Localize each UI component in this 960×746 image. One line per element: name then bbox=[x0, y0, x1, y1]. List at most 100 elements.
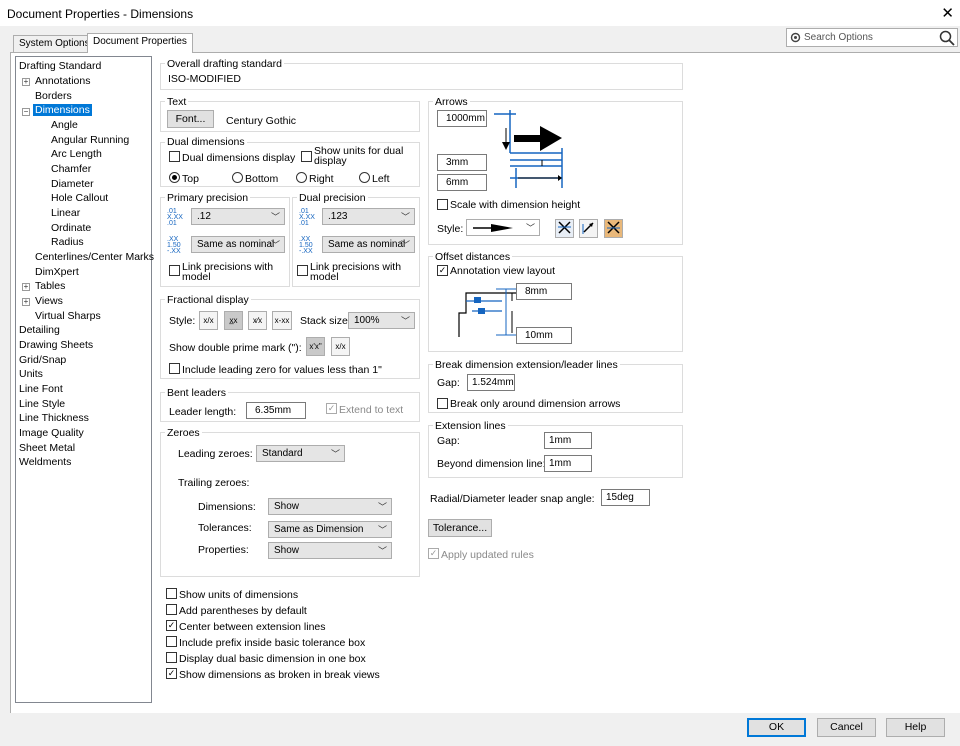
arrow-style-select[interactable]: ﹀ bbox=[466, 219, 540, 236]
trailing-properties-value: Show bbox=[274, 545, 300, 556]
window-title: Document Properties - Dimensions bbox=[7, 7, 194, 21]
scale-dimension-height-checkbox[interactable] bbox=[437, 199, 448, 210]
double-prime-on-button[interactable]: x'x" bbox=[306, 337, 325, 356]
trailing-tolerances-select[interactable]: Same as Dimension ﹀ bbox=[268, 521, 392, 538]
tree-item-detailing[interactable]: Detailing bbox=[19, 324, 60, 336]
fraction-style-diagonal-button[interactable]: x⁄x bbox=[248, 311, 267, 330]
radio-top[interactable] bbox=[169, 172, 180, 183]
add-parentheses-checkbox[interactable] bbox=[166, 604, 177, 615]
dual-link-checkbox[interactable] bbox=[297, 265, 308, 276]
expand-icon[interactable]: + bbox=[22, 298, 30, 306]
break-only-arrows-checkbox[interactable] bbox=[437, 398, 448, 409]
expand-icon[interactable]: + bbox=[22, 283, 30, 291]
tree-item-line-font[interactable]: Line Font bbox=[19, 383, 63, 395]
expand-icon[interactable]: + bbox=[22, 78, 30, 86]
primary-precision-select[interactable]: .12 ﹀ bbox=[191, 208, 285, 225]
break-gap-input[interactable]: 1.524mm bbox=[467, 374, 515, 391]
search-icon[interactable] bbox=[939, 30, 955, 46]
ok-button[interactable]: OK bbox=[747, 718, 806, 737]
tree-item-tables[interactable]: Tables bbox=[35, 280, 65, 292]
apply-updated-rules-checkbox[interactable]: ✓ bbox=[428, 548, 439, 559]
help-button[interactable]: Help bbox=[886, 718, 945, 737]
tree-item-hole-callout[interactable]: Hole Callout bbox=[51, 192, 108, 204]
stack-size-select[interactable]: 100% ﹀ bbox=[348, 312, 415, 329]
broken-views-checkbox[interactable]: ✓ bbox=[166, 668, 177, 679]
arrow-smart-button[interactable] bbox=[604, 219, 623, 238]
bent-leaders-label: Bent leaders bbox=[165, 387, 228, 399]
radio-bottom[interactable] bbox=[232, 172, 243, 183]
title-bar: Document Properties - Dimensions ✕ bbox=[0, 0, 960, 26]
tree-item-angle[interactable]: Angle bbox=[51, 119, 78, 131]
tab-system-options[interactable]: System Options bbox=[13, 35, 96, 52]
leading-zero-checkbox[interactable] bbox=[169, 363, 180, 374]
primary-link-checkbox[interactable] bbox=[169, 265, 180, 276]
tree-item-sheet-metal[interactable]: Sheet Metal bbox=[19, 442, 75, 454]
dual-display-checkbox[interactable] bbox=[169, 151, 180, 162]
trailing-properties-select[interactable]: Show ﹀ bbox=[268, 542, 392, 559]
tree-item-dimensions[interactable]: Dimensions bbox=[33, 104, 92, 116]
search-input[interactable]: Search Options bbox=[786, 28, 958, 47]
tree-item-virtual-sharps[interactable]: Virtual Sharps bbox=[35, 310, 101, 322]
cancel-button[interactable]: Cancel bbox=[817, 718, 876, 737]
tree-item-dimxpert[interactable]: DimXpert bbox=[35, 266, 79, 278]
tree-item-angular-running[interactable]: Angular Running bbox=[51, 134, 129, 146]
tree-item-arc-length[interactable]: Arc Length bbox=[51, 148, 102, 160]
tree-item-image-quality[interactable]: Image Quality bbox=[19, 427, 84, 439]
offset-second-input[interactable]: 10mm bbox=[516, 327, 572, 344]
tree-item-units[interactable]: Units bbox=[19, 368, 43, 380]
beyond-dimension-input[interactable]: 1mm bbox=[544, 455, 592, 472]
dual-precision-label: Dual precision bbox=[297, 192, 368, 204]
search-placeholder: Search Options bbox=[804, 32, 873, 43]
tree-item-radius[interactable]: Radius bbox=[51, 236, 84, 248]
trailing-dimensions-select[interactable]: Show ﹀ bbox=[268, 498, 392, 515]
arrow-length-input[interactable]: 6mm bbox=[437, 174, 487, 191]
fraction-style-inline-button[interactable]: x/x bbox=[199, 311, 218, 330]
tree-item-drawing-sheets[interactable]: Drawing Sheets bbox=[19, 339, 93, 351]
arrow-inside-button[interactable] bbox=[555, 219, 574, 238]
leader-length-input[interactable]: 6.35mm bbox=[246, 402, 306, 419]
arrow-height-input[interactable]: 1000mm bbox=[437, 110, 487, 127]
close-icon[interactable]: ✕ bbox=[941, 4, 954, 22]
include-prefix-checkbox[interactable] bbox=[166, 636, 177, 647]
tree-item-borders[interactable]: Borders bbox=[35, 90, 72, 102]
tree-item-line-thickness[interactable]: Line Thickness bbox=[19, 412, 89, 424]
dual-basic-checkbox[interactable] bbox=[166, 652, 177, 663]
show-units-checkbox[interactable] bbox=[166, 588, 177, 599]
leading-zeroes-select[interactable]: Standard ﹀ bbox=[256, 445, 345, 462]
collapse-icon[interactable]: − bbox=[22, 108, 30, 116]
extend-to-text-checkbox[interactable]: ✓ bbox=[326, 403, 337, 414]
tree-item-linear[interactable]: Linear bbox=[51, 207, 80, 219]
radio-bottom-label: Bottom bbox=[245, 173, 279, 185]
primary-tolerance-select[interactable]: Same as nominal ﹀ bbox=[191, 236, 285, 253]
tree-item-grid-snap[interactable]: Grid/Snap bbox=[19, 354, 66, 366]
offset-first-input[interactable]: 8mm bbox=[516, 283, 572, 300]
arrow-outside-button[interactable] bbox=[579, 219, 598, 238]
precision-icon: .01 X.XX .01 bbox=[299, 208, 315, 227]
tree-item-views[interactable]: Views bbox=[35, 295, 63, 307]
fraction-style-dash-button[interactable]: x-xx bbox=[272, 311, 292, 330]
arrow-width-input[interactable]: 3mm bbox=[437, 154, 487, 171]
tree-item-centerlines[interactable]: Centerlines/Center Marks bbox=[35, 251, 154, 263]
double-prime-off-button[interactable]: x/x bbox=[331, 337, 350, 356]
radio-right[interactable] bbox=[296, 172, 307, 183]
tree-item-chamfer[interactable]: Chamfer bbox=[51, 163, 91, 175]
show-units-dual-checkbox[interactable] bbox=[301, 151, 312, 162]
tree-item-diameter[interactable]: Diameter bbox=[51, 178, 94, 190]
fraction-style-stacked-button[interactable]: x̲x bbox=[224, 311, 243, 330]
font-button[interactable]: Font... bbox=[167, 110, 214, 128]
extension-gap-input[interactable]: 1mm bbox=[544, 432, 592, 449]
radial-snap-input[interactable]: 15deg bbox=[601, 489, 650, 506]
extend-to-text-label: Extend to text bbox=[339, 404, 404, 416]
tree-item-annotations[interactable]: Annotations bbox=[35, 75, 90, 87]
tree-item-drafting-standard[interactable]: Drafting Standard bbox=[19, 60, 101, 72]
dual-tolerance-select[interactable]: Same as nominal ﹀ bbox=[322, 236, 415, 253]
tree-item-weldments[interactable]: Weldments bbox=[19, 456, 71, 468]
tab-document-properties[interactable]: Document Properties bbox=[87, 33, 193, 53]
tree-item-ordinate[interactable]: Ordinate bbox=[51, 222, 91, 234]
center-extension-checkbox[interactable]: ✓ bbox=[166, 620, 177, 631]
tolerance-button[interactable]: Tolerance... bbox=[428, 519, 492, 537]
annotation-view-layout-checkbox[interactable]: ✓ bbox=[437, 265, 448, 276]
radio-left[interactable] bbox=[359, 172, 370, 183]
tree-item-line-style[interactable]: Line Style bbox=[19, 398, 65, 410]
dual-precision-select[interactable]: .123 ﹀ bbox=[322, 208, 415, 225]
